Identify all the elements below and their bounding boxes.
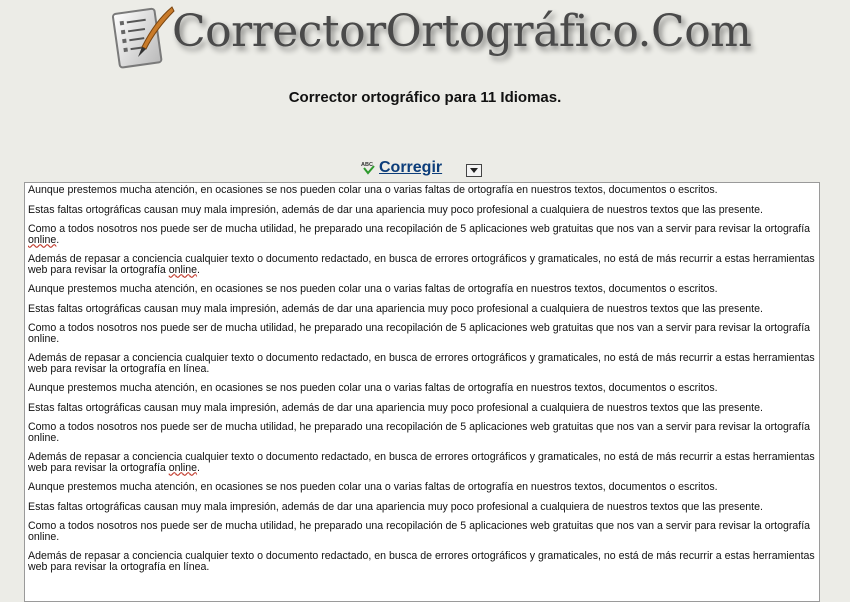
paragraph-text: Aunque prestemos mucha atención, en ocas… <box>28 382 718 394</box>
editor-paragraph: Además de repasar a conciencia cualquier… <box>28 551 816 572</box>
misspelled-word[interactable]: online <box>169 462 197 474</box>
editor-paragraph: Además de repasar a conciencia cualquier… <box>28 254 816 275</box>
spellcheck-toolbar: ABC Corregir <box>0 158 850 180</box>
paragraph-punctuation: . <box>197 263 200 276</box>
editor-paragraph: Como a todos nosotros nos puede ser de m… <box>28 224 816 245</box>
paragraph-text: Como a todos nosotros nos puede ser de m… <box>28 223 811 235</box>
editor-paragraph: Estas faltas ortográficas causan muy mal… <box>28 302 816 315</box>
paragraph-text: Como a todos nosotros nos puede ser de m… <box>28 421 811 444</box>
page-tagline: Corrector ortográfico para 11 Idiomas. <box>288 89 562 106</box>
paragraph-text: Aunque prestemos mucha atención, en ocas… <box>28 184 718 196</box>
paragraph-text: Aunque prestemos mucha atención, en ocas… <box>28 283 718 295</box>
paragraph-text: Como a todos nosotros nos puede ser de m… <box>28 322 811 345</box>
site-logo[interactable]: CorrectorOrtográfico.Com <box>172 6 752 57</box>
spellcheck-abc-icon: ABC <box>361 162 375 175</box>
site-header: CorrectorOrtográfico.Com <box>0 0 850 75</box>
paragraph-text: Además de repasar a conciencia cualquier… <box>28 550 815 573</box>
editor-paragraph: Como a todos nosotros nos puede ser de m… <box>28 323 816 344</box>
paragraph-text: Estas faltas ortográficas causan muy mal… <box>28 203 763 216</box>
editor-paragraph: Aunque prestemos mucha atención, en ocas… <box>28 383 816 394</box>
paragraph-text: Además de repasar a conciencia cualquier… <box>28 451 815 474</box>
document-quill-icon <box>111 6 175 69</box>
text-editor[interactable]: Aunque prestemos mucha atención, en ocas… <box>24 182 820 602</box>
editor-paragraph: Estas faltas ortográficas causan muy mal… <box>28 500 816 513</box>
paragraph-text: Además de repasar a conciencia cualquier… <box>28 352 815 375</box>
editor-paragraph: Estas faltas ortográficas causan muy mal… <box>28 203 816 216</box>
editor-paragraph: Además de repasar a conciencia cualquier… <box>28 452 816 473</box>
editor-paragraph: Aunque prestemos mucha atención, en ocas… <box>28 284 816 295</box>
editor-paragraph: Además de repasar a conciencia cualquier… <box>28 353 816 374</box>
editor-paragraph: Como a todos nosotros nos puede ser de m… <box>28 521 816 542</box>
editor-paragraph: Aunque prestemos mucha atención, en ocas… <box>28 185 816 196</box>
paragraph-punctuation: . <box>56 233 60 246</box>
paragraph-text: Además de repasar a conciencia cualquier… <box>28 253 815 276</box>
misspelled-word[interactable]: online <box>28 234 56 246</box>
svg-text:ABC: ABC <box>361 162 373 168</box>
editor-paragraph: Aunque prestemos mucha atención, en ocas… <box>28 482 816 493</box>
paragraph-text: Aunque prestemos mucha atención, en ocas… <box>28 481 718 493</box>
editor-paragraph: Estas faltas ortográficas causan muy mal… <box>28 401 816 414</box>
paragraph-text: Estas faltas ortográficas causan muy mal… <box>28 401 763 414</box>
corregir-button[interactable]: Corregir <box>379 159 442 177</box>
paragraph-text: Estas faltas ortográficas causan muy mal… <box>28 500 763 513</box>
paragraph-text: Estas faltas ortográficas causan muy mal… <box>28 302 763 315</box>
paragraph-text: Como a todos nosotros nos puede ser de m… <box>28 520 811 543</box>
language-dropdown-button[interactable] <box>466 164 482 177</box>
paragraph-punctuation: . <box>197 461 200 474</box>
editor-paragraph: Como a todos nosotros nos puede ser de m… <box>28 422 816 443</box>
misspelled-word[interactable]: online <box>169 264 197 276</box>
